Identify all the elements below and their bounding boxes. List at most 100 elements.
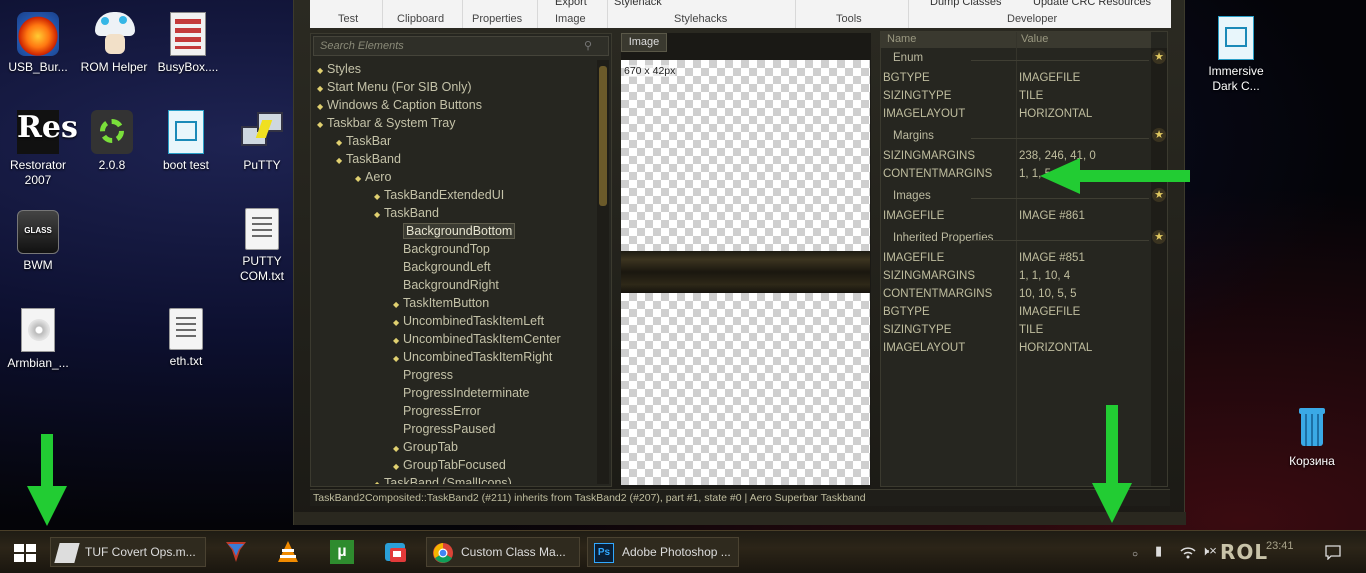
notification-icon[interactable] — [1325, 545, 1341, 560]
export-button[interactable]: Export — [555, 0, 587, 8]
desktop-icon-bwm[interactable]: GLASS BWM — [0, 210, 76, 273]
desktop-icon-armbian[interactable]: Armbian_... — [0, 308, 76, 371]
tree-item[interactable]: BackgroundRight — [393, 276, 499, 294]
collapse-star-icon[interactable]: ★ — [1152, 230, 1166, 244]
tree-item[interactable]: ◆ Windows & Caption Buttons — [317, 96, 482, 114]
desktop-icon-putty[interactable]: PuTTY — [224, 110, 300, 173]
property-name: IMAGELAYOUT — [883, 342, 966, 354]
tree-item[interactable]: ProgressError — [393, 402, 481, 420]
desktop-icon-immersive[interactable]: Immersive Dark C... — [1198, 16, 1274, 94]
tree-item-label: BackgroundTop — [403, 242, 490, 256]
vlc-icon[interactable] — [276, 540, 300, 564]
tree-item[interactable]: ◆ Start Menu (For SIB Only) — [317, 78, 471, 96]
tab-image[interactable]: Image — [621, 33, 667, 52]
tree-item[interactable]: ◆ TaskBar — [336, 132, 391, 150]
desktop-icon-putty-com[interactable]: PUTTY COM.txt — [224, 208, 300, 284]
desktop-icon-boot-test[interactable]: boot test — [148, 110, 224, 173]
tree-item[interactable]: BackgroundBottom — [393, 222, 516, 240]
expand-bullet-icon[interactable]: ◆ — [317, 116, 327, 134]
desktop-icon-208[interactable]: 2.0.8 — [74, 110, 150, 173]
tree-item[interactable]: ◆ Aero — [355, 168, 391, 186]
tree-item[interactable]: ◆TaskBand (SmallIcons) — [374, 474, 512, 484]
tree-item[interactable]: ◆ GroupTab — [393, 438, 458, 456]
tree-item[interactable]: Progress — [393, 366, 453, 384]
property-row[interactable]: SIZINGMARGINS 1, 1, 10, 4 — [883, 270, 1070, 282]
desktop-icon-label: PuTTY — [243, 158, 281, 172]
property-name: SIZINGMARGINS — [883, 150, 976, 162]
expand-bullet-icon[interactable]: ◆ — [374, 206, 384, 224]
tree-item-label: TaskBand — [384, 206, 439, 220]
tree-item[interactable]: ProgressPaused — [393, 420, 495, 438]
tree-scrollbar[interactable] — [597, 60, 609, 484]
column-value[interactable]: Value — [1021, 33, 1048, 45]
property-row[interactable]: CONTENTMARGINS 10, 10, 5, 5 — [883, 288, 1077, 300]
desktop-icon-busybox[interactable]: BusyBox.... — [150, 12, 226, 75]
tree-item[interactable]: ◆ TaskBand — [374, 204, 439, 222]
battery-icon[interactable]: ▮ — [1155, 543, 1162, 559]
desktop-icon-rom-helper[interactable]: ROM Helper — [74, 12, 154, 75]
taskbar-pin-tuf[interactable] — [224, 540, 248, 564]
taskbar-app-chrome[interactable]: Custom Class Ma... — [426, 537, 580, 567]
property-group-inherited[interactable]: Inherited Properties — [893, 232, 993, 244]
tray-chevron-icon[interactable]: ○ — [1132, 549, 1138, 560]
desktop-icon-label: boot test — [162, 158, 210, 172]
update-crc-button[interactable]: Update CRC Resources — [1033, 0, 1151, 8]
desktop-icon-eth[interactable]: eth.txt — [148, 308, 224, 369]
desktop-icon-restorator[interactable]: Res Restorator 2007 — [0, 110, 78, 188]
taskbar-app-photoshop[interactable]: Ps Adobe Photoshop ... — [587, 537, 739, 567]
column-name[interactable]: Name — [887, 33, 916, 45]
tree-item[interactable]: ProgressIndeterminate — [393, 384, 529, 402]
tree-item[interactable]: ◆ Styles — [317, 60, 361, 78]
tree-item[interactable]: ◆ UncombinedTaskItemRight — [393, 348, 552, 366]
stylehack-button[interactable]: Stylehack — [614, 0, 662, 8]
tree-item[interactable]: BackgroundTop — [393, 240, 490, 258]
search-input[interactable]: Search Elements ⚲ — [313, 36, 609, 56]
property-row[interactable]: BGTYPE IMAGEFILE — [883, 72, 1080, 84]
property-row[interactable]: BGTYPE IMAGEFILE — [883, 306, 1080, 318]
property-group-images[interactable]: Images — [893, 190, 931, 202]
properties-scrollbar[interactable] — [1151, 48, 1167, 486]
start-button[interactable] — [14, 544, 36, 562]
property-group-enum[interactable]: Enum — [893, 52, 923, 64]
tree-item[interactable]: ◆ UncombinedTaskItemCenter — [393, 330, 561, 348]
property-row[interactable]: IMAGELAYOUT HORIZONTAL — [883, 108, 1092, 120]
tree-item[interactable]: ◆ GroupTabFocused — [393, 456, 506, 474]
volume-muted-icon[interactable]: 🕨× — [1201, 543, 1217, 559]
tree-item[interactable]: BackgroundLeft — [393, 258, 491, 276]
dump-classes-button[interactable]: Dump Classes — [930, 0, 1002, 8]
collapse-star-icon[interactable]: ★ — [1152, 50, 1166, 64]
expand-bullet-icon[interactable]: ◆ — [336, 152, 346, 170]
desktop-icon-recycle-bin[interactable]: Корзина — [1274, 406, 1350, 469]
property-row[interactable]: SIZINGTYPE TILE — [883, 324, 1043, 336]
property-group-margins[interactable]: Margins — [893, 130, 934, 142]
desktop-icon-label: BWM — [23, 258, 53, 272]
text-file-icon — [245, 208, 279, 250]
collapse-star-icon[interactable]: ★ — [1152, 128, 1166, 142]
property-name: BGTYPE — [883, 72, 930, 84]
app-icon[interactable] — [384, 540, 408, 564]
desktop-icon-usb-burner[interactable]: USB_Bur... — [0, 12, 76, 75]
property-row[interactable]: IMAGEFILE IMAGE #851 — [883, 252, 1085, 264]
taskbar-app-tuf[interactable]: TUF Covert Ops.m... — [50, 537, 206, 567]
clock[interactable]: 23:41 — [1266, 540, 1294, 552]
tree-item[interactable]: ◆ TaskBandExtendedUI — [374, 186, 504, 204]
search-icon[interactable]: ⚲ — [584, 39, 592, 52]
tree-item[interactable]: ◆ TaskItemButton — [393, 294, 489, 312]
property-row[interactable]: SIZINGTYPE TILE — [883, 90, 1043, 102]
property-row[interactable]: CONTENTMARGINS 1, 1, 5 — [883, 168, 1051, 180]
expand-bullet-icon[interactable]: ◆ — [374, 476, 384, 484]
expand-bullet-icon[interactable]: ◆ — [355, 170, 365, 188]
ribbon-group-image: Image — [555, 13, 586, 25]
utorrent-icon[interactable]: µ — [330, 540, 354, 564]
property-row[interactable]: IMAGEFILE IMAGE #861 — [883, 210, 1085, 222]
property-row[interactable]: SIZINGMARGINS 238, 246, 41, 0 — [883, 150, 1096, 162]
tree-scrollbar-thumb[interactable] — [599, 66, 607, 206]
desktop-icon-label: Immersive Dark C... — [1208, 64, 1264, 93]
tree-item[interactable]: ◆ UncombinedTaskItemLeft — [393, 312, 544, 330]
tree-item-label: BackgroundBottom — [403, 223, 516, 239]
property-name: IMAGEFILE — [883, 252, 945, 264]
property-row[interactable]: IMAGELAYOUT HORIZONTAL — [883, 342, 1092, 354]
tree-item[interactable]: ◆ Taskbar & System Tray — [317, 114, 456, 132]
wifi-icon[interactable] — [1180, 545, 1196, 559]
tree-item[interactable]: ◆ TaskBand — [336, 150, 401, 168]
